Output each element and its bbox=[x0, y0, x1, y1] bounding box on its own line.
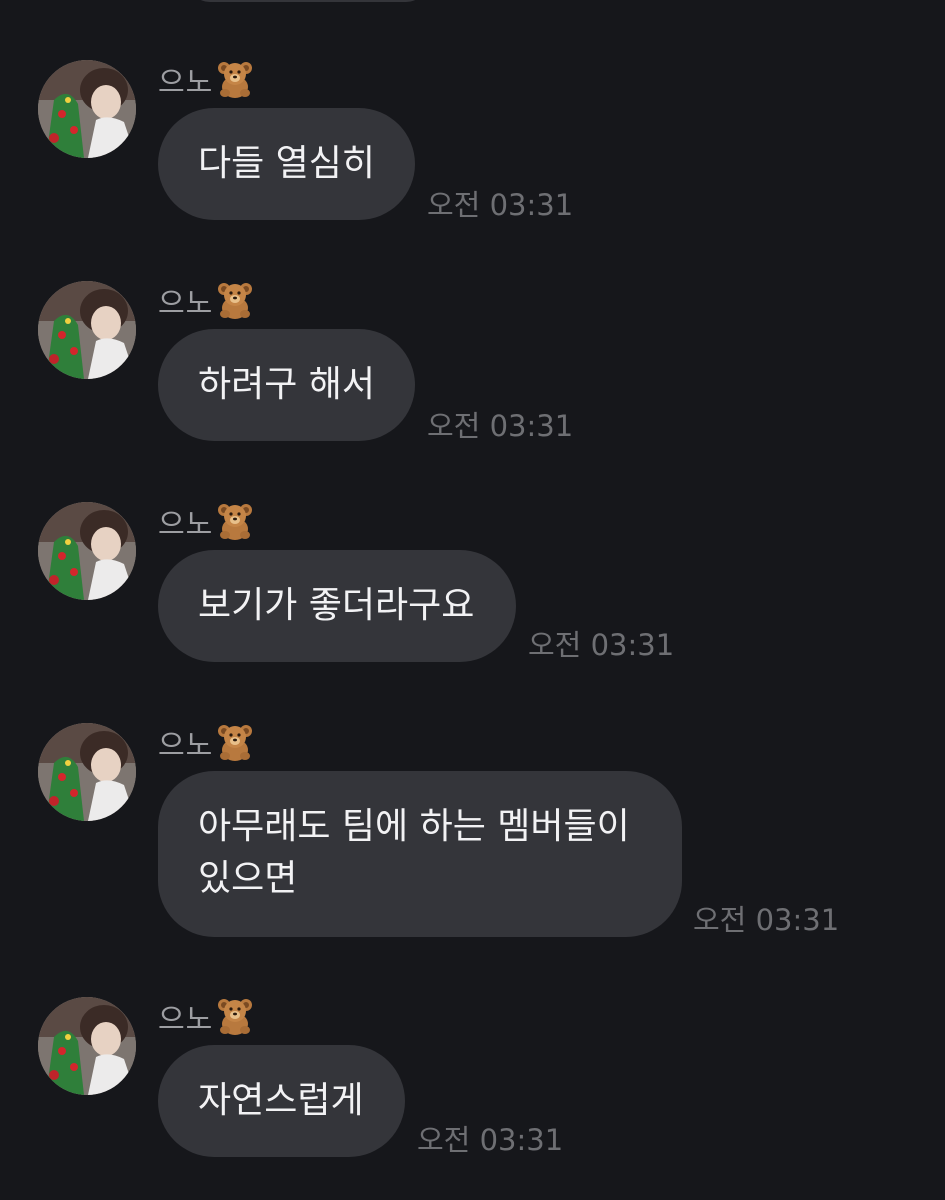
sender-name: 으노 bbox=[158, 286, 214, 320]
avatar[interactable] bbox=[38, 723, 136, 821]
sender-name: 으노 bbox=[158, 728, 214, 762]
message-bubble[interactable]: 자연스럽게 bbox=[158, 1045, 405, 1157]
message-bubble[interactable]: 하려구 해서 bbox=[158, 329, 415, 441]
teddy-bear-icon bbox=[215, 722, 255, 769]
message-time: 오전 03:31 bbox=[417, 1123, 564, 1157]
sender-name-row: 으노 bbox=[158, 998, 255, 1039]
message-bubble[interactable]: 아무래도 팀에 하는 멤버들이 있으면 bbox=[158, 771, 682, 937]
teddy-bear-icon bbox=[215, 59, 255, 106]
sender-name-row: 으노 bbox=[158, 282, 255, 323]
sender-name: 으노 bbox=[158, 65, 214, 99]
avatar[interactable] bbox=[38, 502, 136, 600]
teddy-bear-icon bbox=[215, 996, 255, 1043]
message-time: 오전 03:31 bbox=[528, 628, 675, 662]
message-text: 하려구 해서 bbox=[198, 364, 376, 405]
teddy-bear-icon bbox=[215, 280, 255, 327]
avatar[interactable] bbox=[38, 281, 136, 379]
message-text-line: 있으면 bbox=[198, 858, 298, 899]
message-text: 보기가 좋더라구요 bbox=[198, 585, 475, 626]
avatar[interactable] bbox=[38, 997, 136, 1095]
message-text: 다들 열심히 bbox=[198, 143, 376, 184]
sender-name-row: 으노 bbox=[158, 61, 255, 102]
message-text: 자연스럽게 bbox=[198, 1080, 364, 1121]
previous-message-bubble bbox=[188, 0, 428, 2]
teddy-bear-icon bbox=[215, 501, 255, 548]
avatar[interactable] bbox=[38, 60, 136, 158]
sender-name-row: 으노 bbox=[158, 724, 255, 765]
message-time: 오전 03:31 bbox=[427, 409, 574, 443]
message-time: 오전 03:31 bbox=[693, 903, 840, 937]
sender-name-row: 으노 bbox=[158, 503, 255, 544]
message-text-line: 아무래도 팀에 하는 멤버들이 bbox=[198, 806, 630, 847]
message-bubble[interactable]: 다들 열심히 bbox=[158, 108, 415, 220]
message-time: 오전 03:31 bbox=[427, 188, 574, 222]
message-bubble[interactable]: 보기가 좋더라구요 bbox=[158, 550, 516, 662]
sender-name: 으노 bbox=[158, 1002, 214, 1036]
sender-name: 으노 bbox=[158, 507, 214, 541]
